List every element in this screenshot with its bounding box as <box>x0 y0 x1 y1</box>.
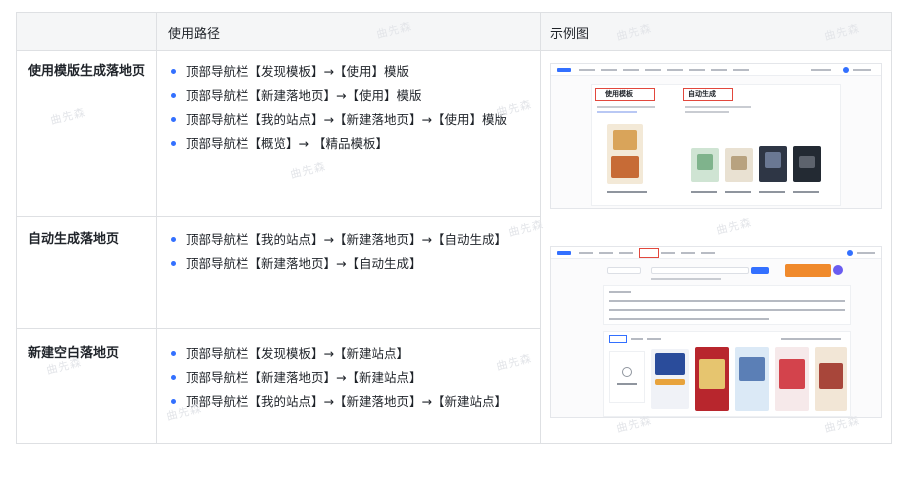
path-item: 顶部导航栏【我的站点】→【新建落地页】→【自动生成】 <box>168 228 530 251</box>
highlight-new-site <box>609 335 627 343</box>
path-list-blank-page: 顶部导航栏【发现模板】→【新建站点】 顶部导航栏【新建落地页】→【新建站点】 顶… <box>168 342 530 414</box>
mini-top-nav <box>551 247 881 259</box>
table-header-row <box>16 12 892 50</box>
header-col-example: 示例图 <box>550 27 590 42</box>
mini-ai-generate-banner <box>785 264 831 277</box>
mini-logo <box>557 251 571 255</box>
usage-path-table: 使用路径 示例图 使用模版生成落地页 顶部导航栏【发现模板】→【使用】模版 顶部… <box>16 12 892 444</box>
path-item: 顶部导航栏【发现模板】→【新建站点】 <box>168 342 530 365</box>
watermark: 曲先森 <box>289 159 328 182</box>
mini-label-use-template: 使用模板 <box>605 90 633 98</box>
highlight-new-page-nav <box>639 248 659 258</box>
path-item: 顶部导航栏【新建落地页】→【自动生成】 <box>168 252 530 275</box>
watermark: 曲先森 <box>715 215 754 238</box>
row-title-blank-page: 新建空白落地页 <box>28 346 120 361</box>
watermark: 曲先森 <box>49 105 88 128</box>
example-screenshot-new-page <box>550 246 882 418</box>
path-item: 顶部导航栏【概览】→ 【精品模板】 <box>168 132 530 155</box>
row-title-auto-generate: 自动生成落地页 <box>28 232 120 247</box>
mini-top-nav <box>551 64 881 76</box>
path-item: 顶部导航栏【我的站点】→【新建落地页】→【新建站点】 <box>168 390 530 413</box>
row-title-template: 使用模版生成落地页 <box>28 64 146 79</box>
header-col-usage-path: 使用路径 <box>168 27 221 42</box>
path-list-auto-generate: 顶部导航栏【我的站点】→【新建落地页】→【自动生成】 顶部导航栏【新建落地页】→… <box>168 228 530 276</box>
path-item: 顶部导航栏【新建落地页】→【使用】模版 <box>168 84 530 107</box>
path-item: 顶部导航栏【我的站点】→【新建落地页】→【使用】模版 <box>168 108 530 131</box>
mini-avatar <box>847 250 853 256</box>
mini-search-button <box>751 267 769 274</box>
mini-avatar <box>843 67 849 73</box>
path-item: 顶部导航栏【发现模板】→【使用】模版 <box>168 60 530 83</box>
example-screenshot-template: 使用模板 自动生成 <box>550 63 882 209</box>
path-item: 顶部导航栏【新建落地页】→【新建站点】 <box>168 366 530 389</box>
mini-site-selector <box>607 267 641 274</box>
mini-search-input <box>651 267 749 274</box>
mini-new-site-card <box>609 351 645 403</box>
path-list-template: 顶部导航栏【发现模板】→【使用】模版 顶部导航栏【新建落地页】→【使用】模版 顶… <box>168 60 530 156</box>
mini-label-auto-generate: 自动生成 <box>688 90 716 98</box>
mini-logo <box>557 68 571 72</box>
